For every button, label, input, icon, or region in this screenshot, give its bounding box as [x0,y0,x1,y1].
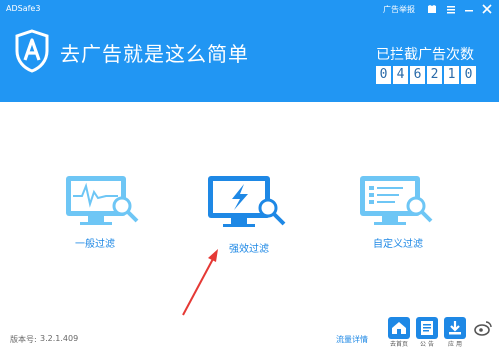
counter-digit: 1 [444,66,459,84]
ad-report-link[interactable]: 广告举报 [383,4,415,15]
monitor-list-search-icon [360,176,433,225]
strong-filter-option[interactable] [204,172,294,238]
monitor-lightning-search-icon [208,176,286,227]
counter-digit: 0 [376,66,391,84]
traffic-details-link[interactable]: 流量详情 [336,334,368,345]
close-icon[interactable] [480,3,494,15]
custom-filter-label[interactable]: 自定义过滤 [358,235,438,250]
normal-filter-option[interactable] [62,172,142,236]
apps-download-icon [449,321,461,335]
version-value: 3.2.1.409 [40,334,79,343]
normal-filter-label[interactable]: 一般过滤 [55,235,135,250]
custom-filter-option[interactable] [356,172,436,236]
counter-digit: 6 [410,66,425,84]
menu-icon[interactable] [444,3,458,15]
blocked-count-digits: 0 4 6 2 1 0 [376,66,476,84]
home-icon [392,322,406,334]
notice-button[interactable] [416,317,438,339]
counter-digit: 0 [461,66,476,84]
counter-digit: 2 [427,66,442,84]
version-label: 版本号: [10,335,37,344]
skin-icon[interactable] [425,3,439,15]
minimize-icon[interactable] [462,3,476,15]
blocked-count-label: 已拦截广告次数 [376,47,474,63]
strong-filter-label[interactable]: 强效过滤 [209,240,289,255]
weibo-icon [474,321,492,336]
apps-button[interactable] [444,317,466,339]
monitor-waveform-search-icon [66,176,139,225]
header-banner: ADSafe3 广告举报 去广告就是这么简单 已拦截广告次数 0 4 6 2 1… [0,0,499,102]
weibo-button[interactable] [472,317,494,339]
home-button[interactable] [388,317,410,339]
notice-icon [421,321,433,335]
counter-digit: 4 [393,66,408,84]
app-title: ADSafe3 [6,4,41,13]
slogan-title: 去广告就是这么简单 [60,42,249,66]
adsafe-logo-icon [15,29,49,73]
